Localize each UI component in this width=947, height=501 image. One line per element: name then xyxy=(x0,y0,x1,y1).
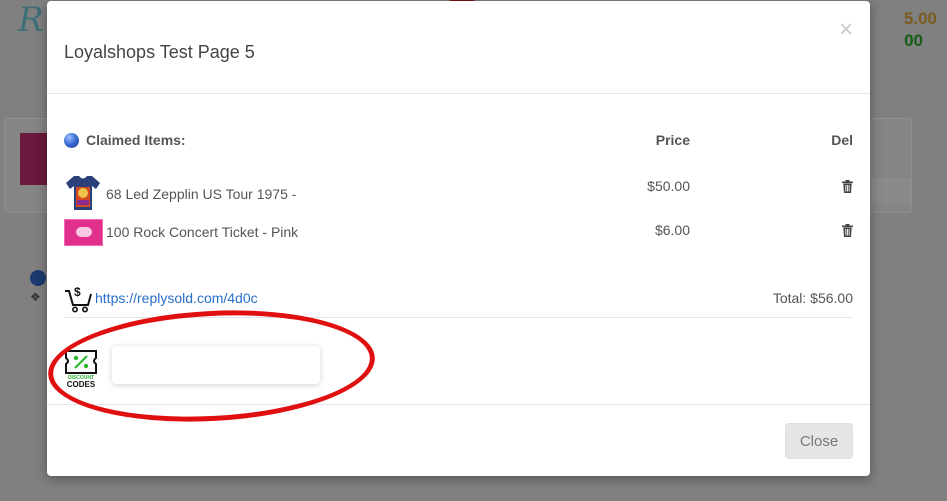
list-item: 68 Led Zepplin US Tour 1975 - $50.00 xyxy=(64,173,853,213)
background-price-top: 5.00 xyxy=(903,9,937,28)
discount-icon-line2: CODES xyxy=(67,380,96,389)
modal-title: Loyalshops Test Page 5 xyxy=(64,42,255,62)
svg-text:$: $ xyxy=(74,285,81,299)
items-table-header: Claimed Items: Price Del xyxy=(64,130,853,152)
modal-header: Loyalshops Test Page 5 × xyxy=(47,1,870,94)
ticket-thumbnail xyxy=(64,219,103,246)
trash-icon[interactable] xyxy=(842,180,853,193)
discount-code-input[interactable] xyxy=(112,346,320,384)
claimed-items-modal: Loyalshops Test Page 5 × Claimed Items: … xyxy=(47,1,870,476)
background-logo: R xyxy=(18,0,44,40)
blue-ball-icon xyxy=(64,133,79,148)
background-bar xyxy=(868,178,911,204)
checkout-link[interactable]: https://replysold.com/4d0c xyxy=(95,290,258,306)
close-button[interactable]: Close xyxy=(785,423,853,459)
tshirt-thumbnail xyxy=(66,176,100,210)
close-icon[interactable]: × xyxy=(839,18,853,42)
item-price: $6.00 xyxy=(654,222,690,238)
background-price-bottom: 00 xyxy=(904,31,923,50)
trash-icon[interactable] xyxy=(842,224,853,237)
shopping-cart-icon: $ xyxy=(65,285,92,313)
list-item: 100 Rock Concert Ticket - Pink $6.00 xyxy=(64,214,853,254)
background-tag-icon: ❖ xyxy=(30,290,41,304)
background-thumbnail xyxy=(20,133,48,185)
item-name: 68 Led Zepplin US Tour 1975 - xyxy=(106,186,297,202)
checkout-row: $ https://replysold.com/4d0c Total: $56.… xyxy=(64,282,853,318)
delete-column-header: Del xyxy=(831,132,853,148)
item-name: 100 Rock Concert Ticket - Pink xyxy=(106,224,299,240)
price-column-header: Price xyxy=(655,132,690,148)
modal-footer: Close xyxy=(47,404,870,476)
background-ball-icon xyxy=(30,270,46,286)
total-amount: Total: $56.00 xyxy=(772,290,853,306)
item-price: $50.00 xyxy=(647,178,690,194)
claimed-items-label: Claimed Items: xyxy=(86,132,186,148)
discount-codes-icon: DISCOUNT CODES xyxy=(65,350,97,389)
